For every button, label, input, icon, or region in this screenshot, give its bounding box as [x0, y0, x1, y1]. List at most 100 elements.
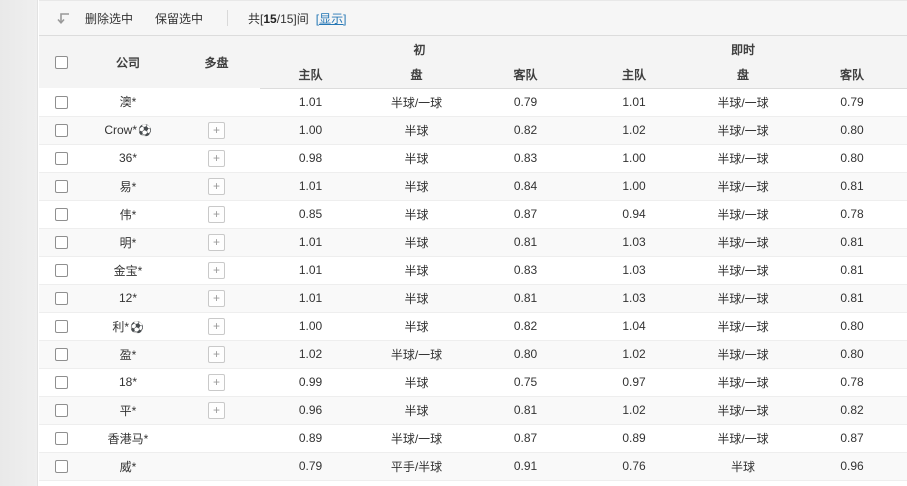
live-away-odds: 0.87 — [797, 424, 907, 452]
row-checkbox[interactable] — [55, 320, 68, 333]
row-checkbox[interactable] — [55, 460, 68, 473]
company-cell: Crow*⚽ — [83, 116, 173, 144]
row-checkbox[interactable] — [55, 292, 68, 305]
expand-multi-odds-button[interactable]: + — [208, 374, 225, 391]
live-handicap-value: 半球/一球 — [689, 200, 797, 228]
row-checkbox-cell — [39, 368, 83, 396]
expand-multi-odds-button[interactable]: + — [208, 402, 225, 419]
expand-multi-odds-button[interactable]: + — [208, 234, 225, 251]
multi-odds-cell: + — [173, 116, 260, 144]
init-away-odds: 0.87 — [472, 424, 579, 452]
show-link[interactable]: [显示] — [316, 10, 347, 27]
live-handicap-value: 半球/一球 — [689, 396, 797, 424]
multi-odds-cell: + — [173, 144, 260, 172]
live-handicap-value: 半球/一球 — [689, 284, 797, 312]
table-row: Crow*⚽+1.00半球0.821.02半球/一球0.80 — [39, 116, 907, 144]
row-checkbox[interactable] — [55, 96, 68, 109]
row-checkbox-cell — [39, 452, 83, 480]
row-checkbox[interactable] — [55, 236, 68, 249]
expand-multi-odds-button[interactable]: + — [208, 122, 225, 139]
company-cell: 金宝* — [83, 256, 173, 284]
live-away-odds: 0.81 — [797, 256, 907, 284]
row-checkbox-cell — [39, 396, 83, 424]
table-row: 澳*1.01半球/一球0.791.01半球/一球0.79 — [39, 88, 907, 116]
odds-table-body: 澳*1.01半球/一球0.791.01半球/一球0.79Crow*⚽+1.00半… — [39, 88, 907, 480]
init-handicap-value: 半球 — [361, 116, 472, 144]
company-name: 18* — [119, 375, 137, 389]
header-group-initial: 初 — [260, 36, 579, 62]
odds-table: 公司 多盘 初 即时 主队 盘 客队 主队 盘 客队 澳*1.01半球/一球0.… — [39, 36, 907, 481]
live-home-odds: 1.04 — [579, 312, 689, 340]
row-checkbox[interactable] — [55, 180, 68, 193]
header-company: 公司 — [83, 36, 173, 88]
multi-odds-cell: + — [173, 256, 260, 284]
company-name: 36* — [119, 151, 137, 165]
init-home-odds: 0.85 — [260, 200, 361, 228]
live-handicap-value: 半球/一球 — [689, 312, 797, 340]
multi-odds-cell — [173, 424, 260, 452]
expand-multi-odds-button[interactable]: + — [208, 262, 225, 279]
live-handicap-value: 半球/一球 — [689, 88, 797, 116]
company-name: 盈* — [120, 348, 137, 362]
init-handicap-value: 半球 — [361, 200, 472, 228]
row-checkbox[interactable] — [55, 348, 68, 361]
live-handicap-value: 半球/一球 — [689, 256, 797, 284]
company-name: 金宝* — [114, 264, 143, 278]
init-home-odds: 1.00 — [260, 312, 361, 340]
delete-selected-button[interactable]: 删除选中 — [85, 10, 133, 27]
multi-odds-cell — [173, 88, 260, 116]
company-cell: 威* — [83, 452, 173, 480]
company-cell: 澳* — [83, 88, 173, 116]
init-away-odds: 0.82 — [472, 312, 579, 340]
live-away-odds: 0.80 — [797, 340, 907, 368]
table-row: 金宝*+1.01半球0.831.03半球/一球0.81 — [39, 256, 907, 284]
row-checkbox[interactable] — [55, 404, 68, 417]
row-checkbox-cell — [39, 228, 83, 256]
expand-multi-odds-button[interactable]: + — [208, 206, 225, 223]
live-away-odds: 0.81 — [797, 284, 907, 312]
company-cell: 香港马* — [83, 424, 173, 452]
company-cell: 36* — [83, 144, 173, 172]
select-all-checkbox[interactable] — [55, 56, 68, 69]
live-away-odds: 0.80 — [797, 144, 907, 172]
init-handicap-value: 半球 — [361, 228, 472, 256]
table-row: 明*+1.01半球0.811.03半球/一球0.81 — [39, 228, 907, 256]
init-away-odds: 0.81 — [472, 284, 579, 312]
row-checkbox-cell — [39, 116, 83, 144]
init-home-odds: 1.01 — [260, 228, 361, 256]
row-checkbox-cell — [39, 284, 83, 312]
row-checkbox[interactable] — [55, 208, 68, 221]
row-checkbox[interactable] — [55, 124, 68, 137]
expand-multi-odds-button[interactable]: + — [208, 290, 225, 307]
live-handicap-value: 半球/一球 — [689, 340, 797, 368]
row-checkbox[interactable] — [55, 376, 68, 389]
init-handicap-value: 半球 — [361, 312, 472, 340]
company-name: 威* — [120, 460, 137, 474]
live-handicap-value: 半球/一球 — [689, 228, 797, 256]
toolbar: 删除选中 保留选中 共[15/15]间 [显示] — [39, 0, 907, 36]
init-home-odds: 1.01 — [260, 256, 361, 284]
row-checkbox[interactable] — [55, 432, 68, 445]
expand-multi-odds-button[interactable]: + — [208, 346, 225, 363]
live-handicap-value: 半球 — [689, 452, 797, 480]
row-checkbox[interactable] — [55, 152, 68, 165]
expand-multi-odds-button[interactable]: + — [208, 150, 225, 167]
row-checkbox[interactable] — [55, 264, 68, 277]
expand-multi-odds-button[interactable]: + — [208, 178, 225, 195]
expand-multi-odds-button[interactable]: + — [208, 318, 225, 335]
init-home-odds: 1.02 — [260, 340, 361, 368]
table-row: 利*⚽+1.00半球0.821.04半球/一球0.80 — [39, 312, 907, 340]
live-away-odds: 0.96 — [797, 452, 907, 480]
live-away-odds: 0.80 — [797, 116, 907, 144]
row-checkbox-cell — [39, 88, 83, 116]
row-checkbox-cell — [39, 172, 83, 200]
init-handicap-value: 半球/一球 — [361, 88, 472, 116]
init-handicap-value: 半球 — [361, 256, 472, 284]
keep-selected-button[interactable]: 保留选中 — [155, 10, 203, 27]
soccer-ball-icon: ⚽ — [138, 125, 152, 137]
table-row: 12*+1.01半球0.811.03半球/一球0.81 — [39, 284, 907, 312]
init-away-odds: 0.83 — [472, 144, 579, 172]
init-home-odds: 1.01 — [260, 172, 361, 200]
live-handicap-value: 半球/一球 — [689, 368, 797, 396]
row-checkbox-cell — [39, 200, 83, 228]
